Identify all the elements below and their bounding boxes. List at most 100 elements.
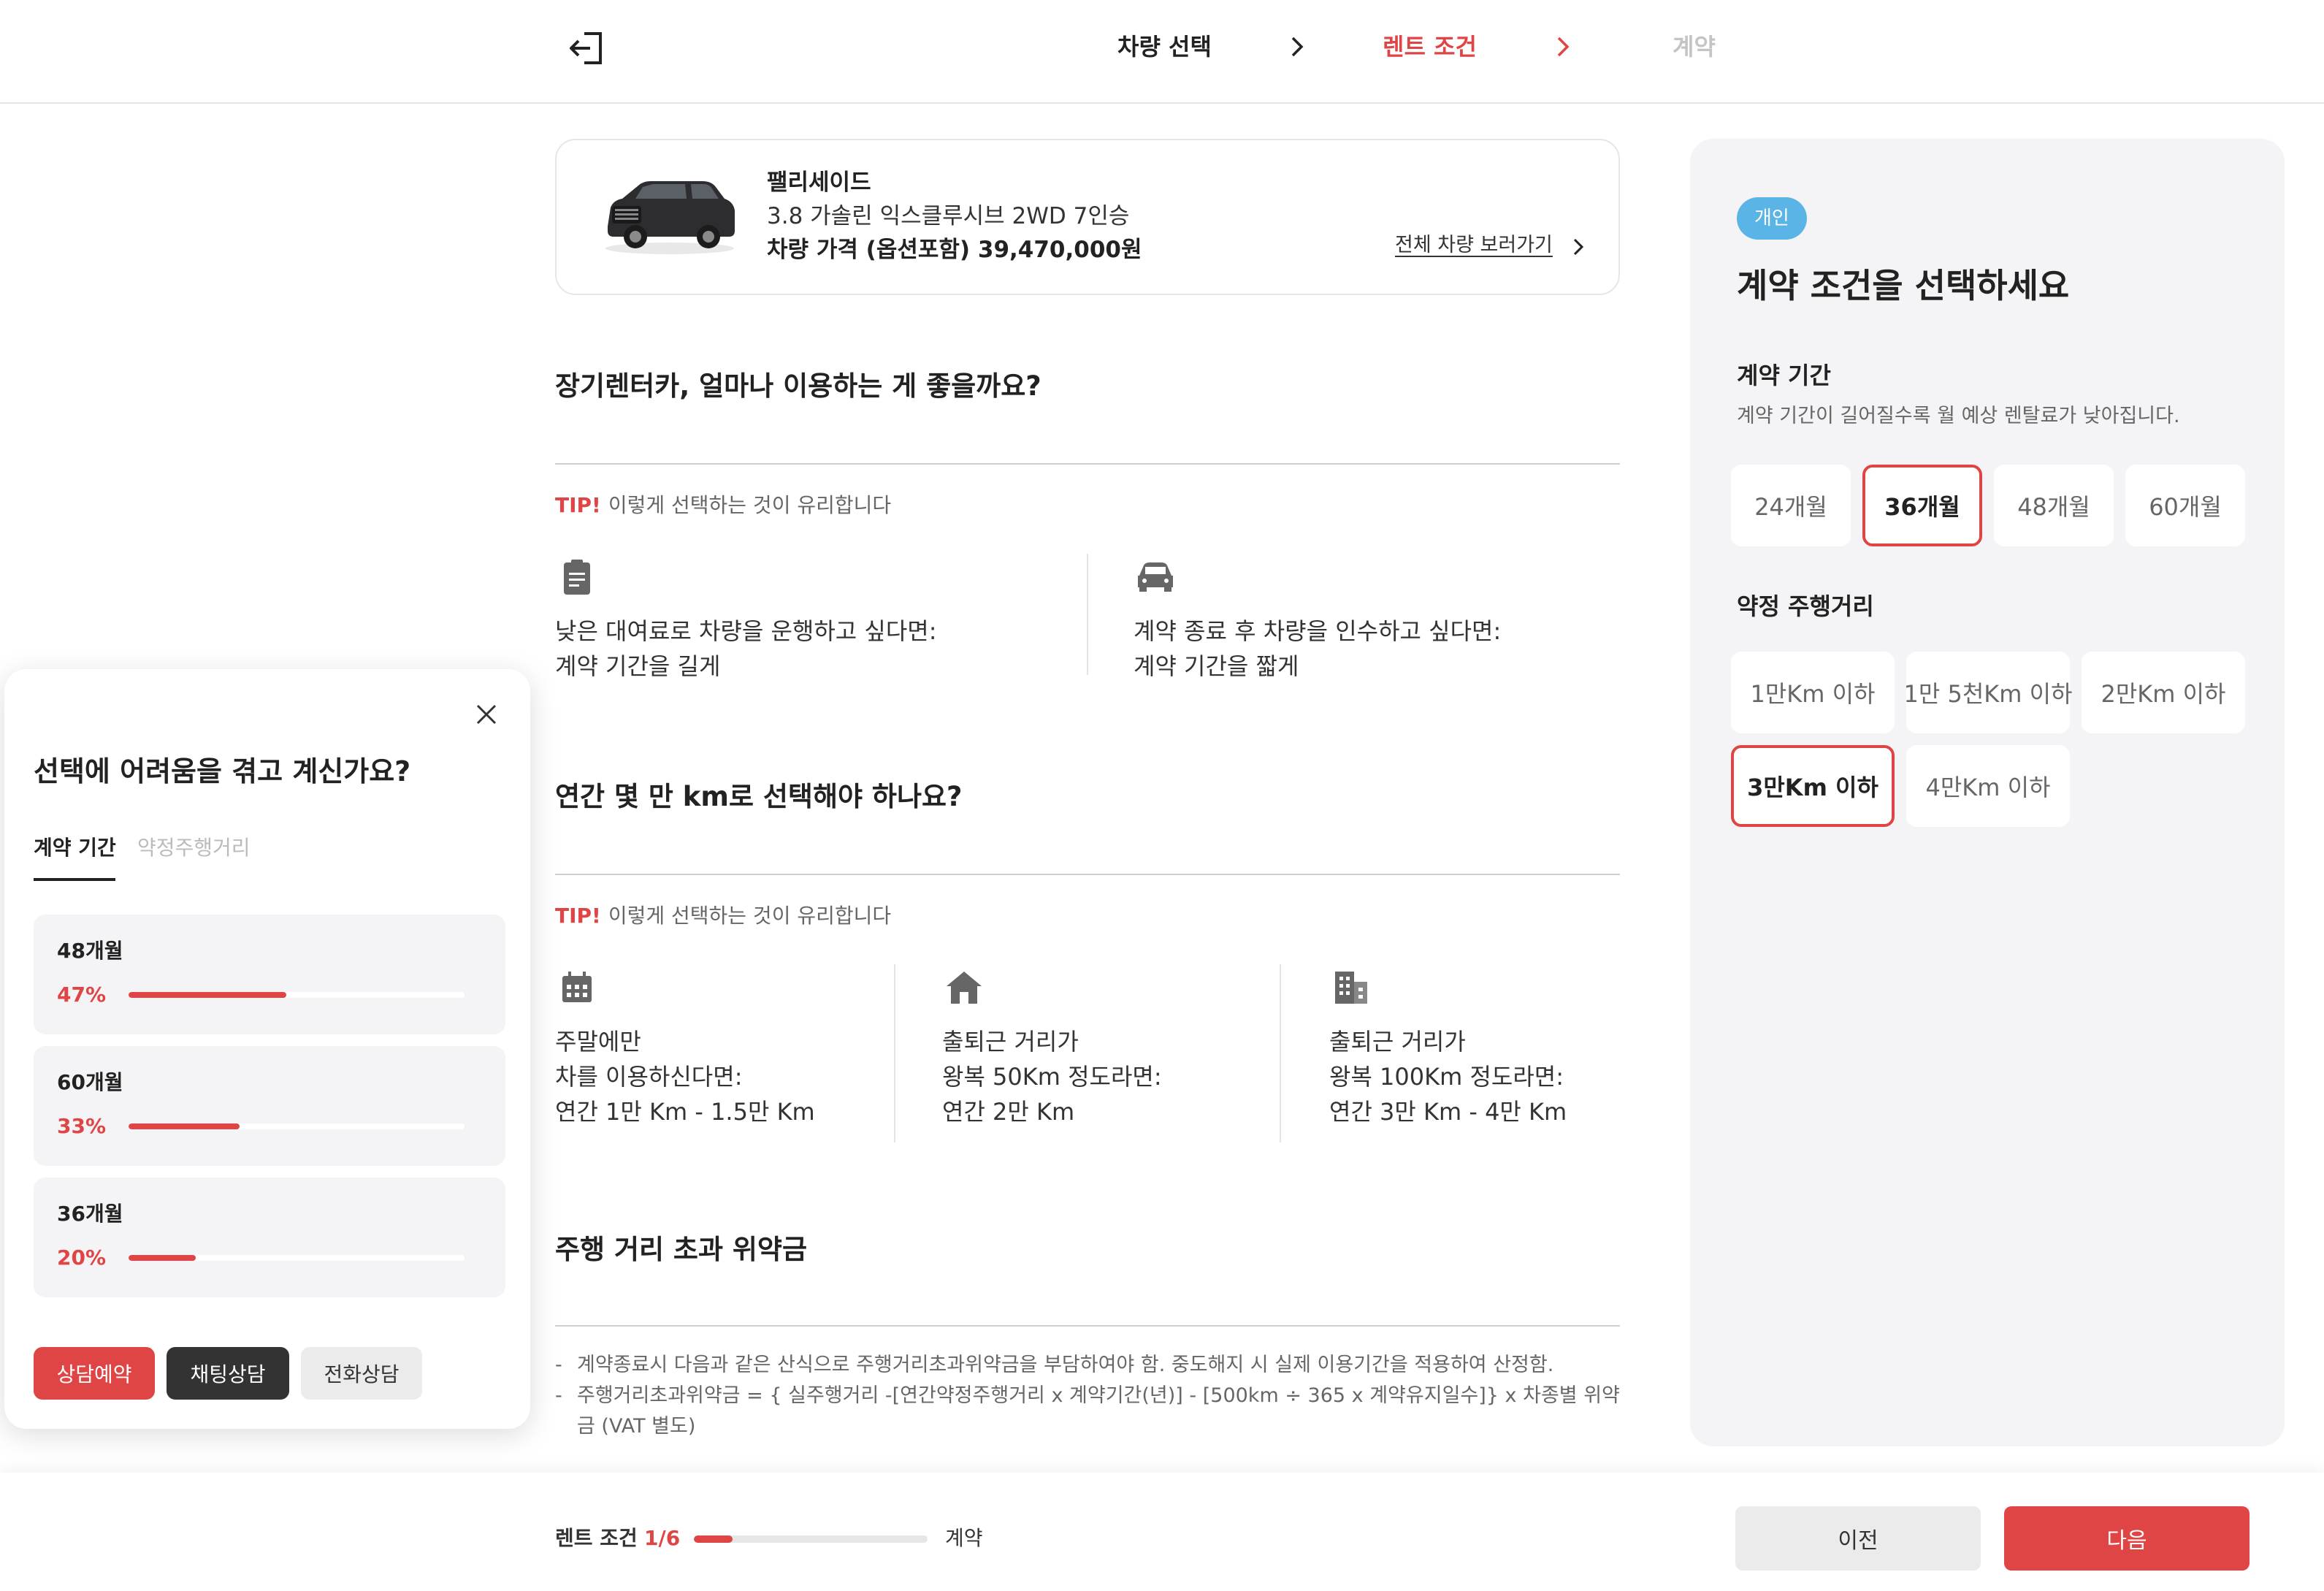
tip-label: TIP! — [555, 493, 601, 517]
top-header: 차량 선택 렌트 조건 계약 — [0, 0, 2324, 104]
stat-label: 36개월 — [57, 1202, 123, 1226]
tip-item-line: 출퇴근 거리가 — [1329, 1028, 1466, 1056]
mileage-option-40k[interactable]: 4만Km 이하 — [1906, 745, 2070, 827]
note-item: - 주행거리초과위약금 = { 실주행거리 -[연간약정주행거리 x 계약기간(년… — [555, 1381, 1620, 1442]
close-button[interactable] — [466, 694, 507, 735]
clipboard-icon — [557, 557, 597, 598]
stat-bar-fill — [129, 1123, 240, 1129]
stat-card: 36개월 20% — [34, 1178, 505, 1297]
customer-type-badge: 개인 — [1737, 197, 1807, 240]
note-item: - 계약종료시 다음과 같은 산식으로 주행거리초과위약금을 부담하여야 함. 중… — [555, 1350, 1620, 1381]
step-rent-conditions[interactable]: 렌트 조건 — [1383, 28, 1477, 66]
chevron-right-icon — [1548, 31, 1578, 63]
progress-bar — [694, 1535, 928, 1543]
stat-bar — [129, 1255, 465, 1261]
mileage-option-20k[interactable]: 2만Km 이하 — [2082, 652, 2245, 733]
mileage-label: 약정 주행거리 — [1737, 592, 1874, 620]
chevron-right-icon[interactable] — [1567, 234, 1589, 260]
bottom-bar: 렌트 조건 1/6 계약 이전 다음 — [0, 1473, 2324, 1591]
stat-label: 48개월 — [57, 939, 123, 963]
car-trim: 3.8 가솔린 익스클루시브 2WD 7인승 — [767, 203, 1130, 229]
period-option-24[interactable]: 24개월 — [1731, 465, 1851, 546]
mileage-option-30k[interactable]: 3만Km 이하 — [1731, 745, 1895, 827]
tip-item-line: 차를 이용하신다면: — [555, 1063, 743, 1091]
prev-button[interactable]: 이전 — [1735, 1506, 1981, 1571]
period-option-36[interactable]: 36개월 — [1862, 465, 1982, 546]
tip-item-line: 왕복 100Km 정도라면: — [1329, 1063, 1564, 1091]
stat-percent: 47% — [57, 983, 107, 1007]
divider — [555, 874, 1620, 875]
chat-consult-button[interactable]: 채팅상담 — [167, 1347, 289, 1400]
divider — [894, 964, 895, 1142]
next-button[interactable]: 다음 — [2004, 1506, 2250, 1571]
stat-percent: 20% — [57, 1245, 107, 1270]
tip-item-line: 연간 3만 Km - 4만 Km — [1329, 1098, 1567, 1126]
progress-next-label: 계약 — [945, 1526, 983, 1550]
tab-mileage[interactable]: 약정주행거리 — [137, 833, 251, 863]
popup-title: 선택에 어려움을 겪고 계신가요? — [34, 755, 411, 787]
calendar-icon — [557, 967, 597, 1008]
stat-card: 60개월 33% — [34, 1046, 505, 1166]
chevron-right-icon — [1283, 31, 1312, 63]
tip-item-line: 연간 1만 Km - 1.5만 Km — [555, 1098, 815, 1126]
step-contract: 계약 — [1673, 33, 1716, 61]
tip-text: 이렇게 선택하는 것이 유리합니다 — [608, 493, 892, 517]
period-label: 계약 기간 — [1737, 362, 1831, 389]
tip-item-line: 주말에만 — [555, 1028, 641, 1056]
tip-item-weekend: 주말에만 차를 이용하신다면: 연간 1만 Km - 1.5만 Km — [555, 1024, 815, 1129]
tab-period[interactable]: 계약 기간 — [34, 833, 116, 863]
penalty-notes: - 계약종료시 다음과 같은 산식으로 주행거리초과위약금을 부담하여야 함. 중… — [555, 1350, 1620, 1442]
stat-bar-fill — [129, 992, 287, 998]
tip-item-buyout: 계약 종료 후 차량을 인수하고 싶다면: 계약 기간을 짧게 — [1134, 614, 1501, 684]
car-image — [605, 181, 735, 254]
period-option-60[interactable]: 60개월 — [2125, 465, 2245, 546]
stat-bar — [129, 992, 465, 998]
panel-title: 계약 조건을 선택하세요 — [1737, 266, 2070, 305]
mileage-option-10k[interactable]: 1만Km 이하 — [1731, 652, 1895, 733]
contract-conditions-panel: 개인 계약 조건을 선택하세요 계약 기간 계약 기간이 길어질수록 월 예상 … — [1690, 139, 2285, 1446]
exit-icon — [570, 32, 602, 64]
section-title-mileage: 연간 몇 만 km로 선택해야 하나요? — [555, 781, 963, 812]
stat-bar — [129, 1123, 465, 1129]
car-name: 팰리세이드 — [767, 169, 871, 196]
stat-card: 48개월 47% — [34, 915, 505, 1034]
close-icon — [476, 704, 497, 725]
period-option-48[interactable]: 48개월 — [1994, 465, 2114, 546]
divider — [1280, 964, 1281, 1142]
stat-percent: 33% — [57, 1114, 107, 1138]
tip-item-line: 계약 기간을 짧게 — [1134, 652, 1299, 680]
stat-bar-fill — [129, 1255, 196, 1261]
page: 차량 선택 렌트 조건 계약 팰리세이드 3.8 가솔린 익스클루시브 2WD … — [0, 0, 2324, 1591]
tip-item-commute-50: 출퇴근 거리가 왕복 50Km 정도라면: 연간 2만 Km — [942, 1024, 1162, 1129]
active-tab-indicator — [34, 878, 115, 881]
section-title-penalty: 주행 거리 초과 위약금 — [555, 1234, 808, 1265]
tip-line: TIP! 이렇게 선택하는 것이 유리합니다 — [555, 901, 891, 931]
tip-item-line: 계약 종료 후 차량을 인수하고 싶다면: — [1134, 617, 1502, 645]
progress-current-label: 렌트 조건 — [555, 1526, 638, 1550]
mileage-option-15k[interactable]: 1만 5천Km 이하 — [1904, 652, 2073, 733]
selected-car-card: 팰리세이드 3.8 가솔린 익스클루시브 2WD 7인승 차량 가격 (옵션포함… — [555, 139, 1620, 295]
consult-booking-button[interactable]: 상담예약 — [34, 1347, 155, 1400]
stat-label: 60개월 — [57, 1070, 123, 1094]
note-text: 계약종료시 다음과 같은 산식으로 주행거리초과위약금을 부담하여야 함. 중도… — [577, 1354, 1554, 1376]
step-vehicle-select[interactable]: 차량 선택 — [1117, 28, 1212, 66]
tip-item-long-term: 낮은 대여료로 차량을 운행하고 싶다면: 계약 기간을 길게 — [555, 614, 937, 684]
view-all-cars-link[interactable]: 전체 차량 보러가기 — [1395, 231, 1553, 260]
tip-line: TIP! 이렇게 선택하는 것이 유리합니다 — [555, 491, 891, 520]
tip-label: TIP! — [555, 904, 601, 928]
progress-step: 1/6 — [644, 1526, 681, 1550]
progress-bar-fill — [694, 1535, 733, 1543]
tip-item-line: 낮은 대여료로 차량을 운행하고 싶다면: — [555, 617, 937, 645]
help-popup: 선택에 어려움을 겪고 계신가요? 계약 기간 약정주행거리 48개월 47% … — [4, 669, 530, 1429]
tip-item-line: 연간 2만 Km — [942, 1098, 1075, 1126]
building-icon — [1331, 967, 1372, 1008]
phone-consult-button[interactable]: 전화상담 — [301, 1347, 422, 1400]
tip-item-commute-100: 출퇴근 거리가 왕복 100Km 정도라면: 연간 3만 Km - 4만 Km — [1329, 1024, 1567, 1129]
section-title-period: 장기렌터카, 얼마나 이용하는 게 좋을까요? — [555, 370, 1041, 402]
tip-item-line: 계약 기간을 길게 — [555, 652, 721, 680]
tip-text: 이렇게 선택하는 것이 유리합니다 — [608, 904, 892, 928]
house-icon — [944, 967, 985, 1008]
tip-item-line: 왕복 50Km 정도라면: — [942, 1063, 1162, 1091]
note-text: 주행거리초과위약금 = { 실주행거리 -[연간약정주행거리 x 계약기간(년)… — [577, 1384, 1620, 1438]
exit-button[interactable] — [562, 25, 609, 72]
